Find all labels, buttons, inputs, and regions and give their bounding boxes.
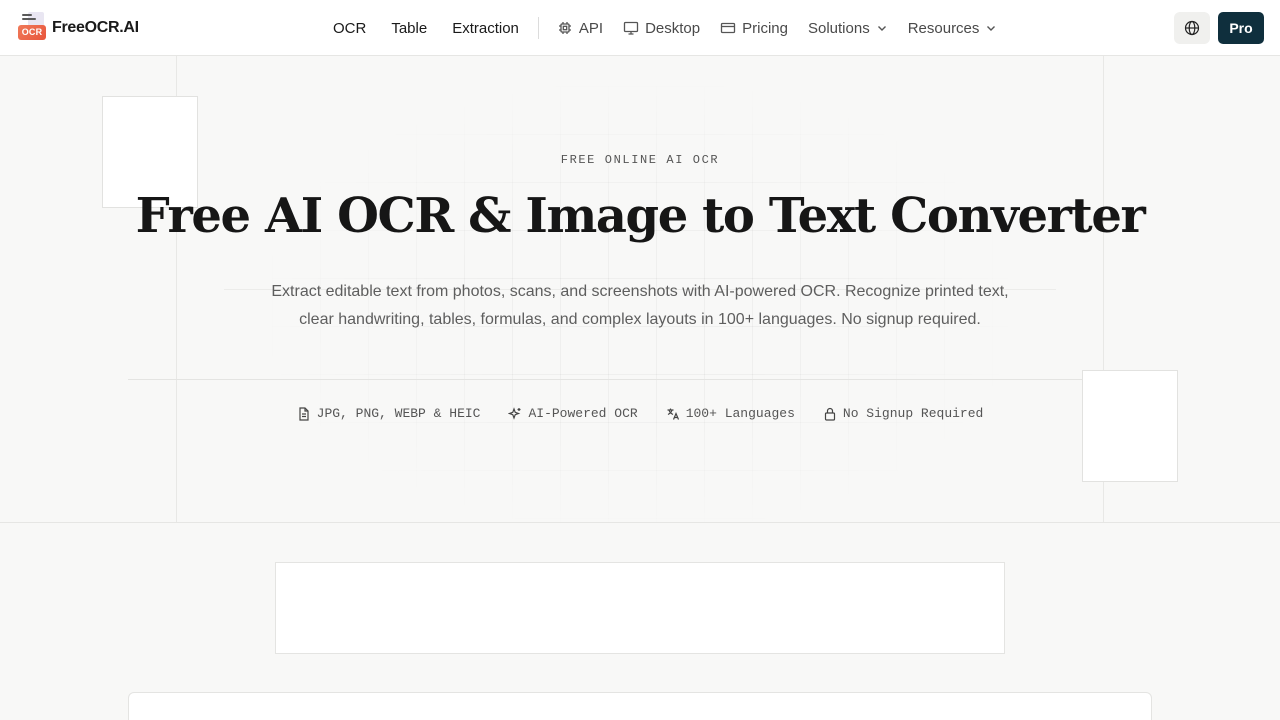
- nav-divider: [537, 17, 539, 39]
- hero-guide-line-horizontal: [128, 379, 1152, 380]
- sparkles-icon: [508, 406, 521, 420]
- feature-languages-label: 100+ Languages: [685, 406, 795, 421]
- chevron-down-icon: [987, 26, 996, 31]
- nav-solutions[interactable]: Solutions: [808, 20, 888, 37]
- nav-table[interactable]: Table: [391, 20, 427, 37]
- page-title: Free AI OCR & Image to Text Converter: [135, 188, 1146, 244]
- nav-api-label: API: [578, 19, 604, 37]
- chevron-down-icon: [877, 26, 886, 31]
- language-button[interactable]: [1174, 12, 1210, 44]
- brand-name: FreeOCR.AI: [52, 19, 139, 36]
- hero-eyebrow: FREE ONLINE AI OCR: [560, 153, 720, 167]
- main-nav: OCR Table Extraction API Desktop Pricing…: [333, 0, 1017, 56]
- nav-desktop-label: Desktop: [645, 19, 701, 37]
- ad-placeholder: [275, 562, 1005, 654]
- hero-section: FREE ONLINE AI OCR Free AI OCR & Image t…: [0, 56, 1280, 523]
- brand-logo[interactable]: OCR FreeOCR.AI: [18, 12, 139, 42]
- nav-solutions-label: Solutions: [807, 19, 870, 37]
- hero-subtitle-line-2: clear handwriting, tables, formulas, and…: [299, 311, 981, 328]
- nav-resources-label: Resources: [907, 19, 980, 37]
- ocr-logo-icon: OCR: [18, 12, 46, 42]
- nav-pricing[interactable]: Pricing: [720, 20, 788, 37]
- nav-pricing-label: Pricing: [742, 19, 788, 37]
- feature-ai: AI-Powered OCR: [508, 406, 638, 421]
- nav-api[interactable]: API: [557, 20, 603, 37]
- ocr-tool-card: [128, 692, 1152, 720]
- feature-formats: JPG, PNG, WEBP & HEIC: [297, 406, 481, 421]
- feature-ai-label: AI-Powered OCR: [528, 406, 638, 421]
- lock-icon: [824, 407, 836, 421]
- chip-icon: [558, 22, 571, 34]
- feature-list: JPG, PNG, WEBP & HEIC AI-Powered OCR 100…: [0, 406, 1280, 421]
- nav-ocr[interactable]: OCR: [333, 20, 366, 37]
- feature-no-signup-label: No Signup Required: [842, 406, 984, 421]
- monitor-icon: [623, 21, 639, 35]
- hero-subtitle-line-1: Extract editable text from photos, scans…: [271, 283, 1009, 300]
- site-header: OCR FreeOCR.AI OCR Table Extraction API …: [0, 0, 1280, 56]
- globe-icon: [1184, 20, 1200, 36]
- logo-badge-text: OCR: [18, 25, 46, 40]
- file-icon: [299, 406, 309, 421]
- nav-desktop[interactable]: Desktop: [623, 20, 700, 37]
- feature-no-signup: No Signup Required: [823, 406, 983, 421]
- pro-button[interactable]: Pro: [1218, 12, 1264, 44]
- feature-formats-label: JPG, PNG, WEBP & HEIC: [316, 406, 481, 421]
- feature-languages: 100+ Languages: [666, 406, 795, 421]
- nav-resources[interactable]: Resources: [908, 20, 998, 37]
- hero-subtitle: Extract editable text from photos, scans…: [270, 278, 1010, 334]
- translate-icon: [667, 408, 679, 420]
- hero-decorative-box-right: [1082, 370, 1178, 482]
- credit-card-icon: [720, 22, 736, 34]
- nav-extraction[interactable]: Extraction: [452, 20, 519, 37]
